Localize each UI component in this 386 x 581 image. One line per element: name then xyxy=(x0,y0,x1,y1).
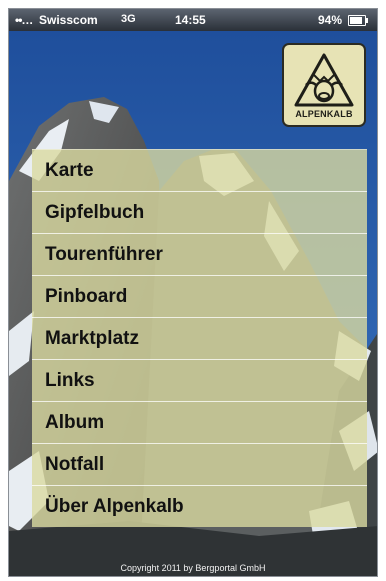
carrier-name: Swisscom xyxy=(39,13,98,27)
menu-item-gipfelbuch[interactable]: Gipfelbuch xyxy=(32,191,367,233)
phone-screen: ••… Swisscom 3G 14:55 94% ALPENKALB Kart… xyxy=(8,8,378,577)
signal-strength-icon: ••… xyxy=(15,13,33,27)
network-type: 3G xyxy=(121,13,136,25)
menu-item-links[interactable]: Links xyxy=(32,359,367,401)
battery-percentage: 94% xyxy=(318,13,343,27)
logo-text: ALPENKALB xyxy=(295,109,353,119)
status-bar: ••… Swisscom 3G 14:55 94% xyxy=(9,9,377,31)
menu-item-notfall[interactable]: Notfall xyxy=(32,443,367,485)
alpenkalb-logo: ALPENKALB xyxy=(282,43,366,127)
menu-item-album[interactable]: Album xyxy=(32,401,367,443)
menu-item-marktplatz[interactable]: Marktplatz xyxy=(32,317,367,359)
menu-item-karte[interactable]: Karte xyxy=(32,149,367,191)
menu-item-ueber-alpenkalb[interactable]: Über Alpenkalb xyxy=(32,485,367,527)
cow-mountain-icon xyxy=(294,53,354,107)
menu-item-tourenfuehrer[interactable]: Tourenführer xyxy=(32,233,367,275)
menu-item-pinboard[interactable]: Pinboard xyxy=(32,275,367,317)
status-time: 14:55 xyxy=(175,13,206,27)
copyright-footer: Copyright 2011 by Bergportal GmbH xyxy=(120,563,266,573)
battery-icon xyxy=(348,15,368,26)
main-menu: Karte Gipfelbuch Tourenführer Pinboard M… xyxy=(32,149,367,527)
